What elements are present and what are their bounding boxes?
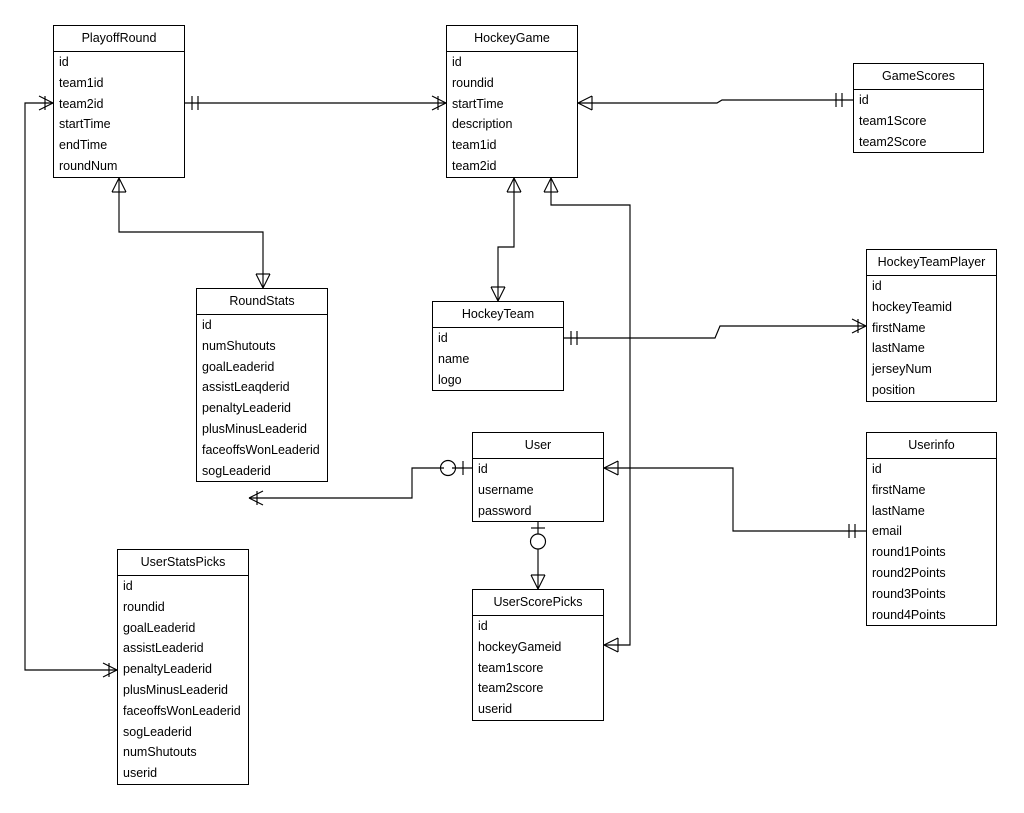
attribute-row: hockeyTeamid	[872, 299, 952, 314]
attribute-row: email	[872, 524, 902, 539]
attribute-list-hockeyteam: id name logo	[433, 328, 563, 391]
attribute-row: team1Score	[859, 113, 927, 128]
attribute-row: firstName	[872, 482, 926, 497]
entity-title-userstatspicks: UserStatsPicks	[118, 550, 248, 576]
attribute-row: faceoffsWonLeaderid	[123, 703, 241, 718]
attribute-row: userid	[478, 702, 513, 717]
attribute-row: username	[478, 482, 534, 497]
attribute-list-userinfo: id firstName lastName email round1Points…	[867, 459, 996, 626]
attribute-row: round3Points	[872, 586, 946, 601]
connector-user-userinfo	[603, 460, 866, 538]
er-diagram-canvas: PlayoffRound id team1id team2id startTim…	[0, 0, 1024, 813]
entity-title-hockeyteamplayer: HockeyTeamPlayer	[867, 250, 996, 276]
connector-user-userscorepicks	[529, 521, 547, 590]
attribute-list-playoffround: id team1id team2id startTime endTime rou…	[54, 52, 184, 177]
attribute-row: id	[859, 93, 869, 107]
entity-playoffround[interactable]: PlayoffRound id team1id team2id startTim…	[53, 25, 185, 178]
attribute-row: sogLeaderid	[123, 724, 192, 739]
entity-title-hockeyteam: HockeyTeam	[433, 302, 563, 328]
attribute-row: plusMinusLeaderid	[202, 421, 307, 436]
attribute-row: team1score	[478, 660, 544, 675]
connector-playoffround-userstatspicks	[24, 95, 118, 678]
attribute-row: goalLeaderid	[202, 359, 275, 374]
attribute-row: round2Points	[872, 565, 946, 580]
entity-hockeygame[interactable]: HockeyGame id roundid startTime descript…	[446, 25, 578, 178]
attribute-row: team2id	[59, 96, 104, 111]
attribute-row: round4Points	[872, 607, 946, 622]
attribute-list-hockeygame: id roundid startTime description team1id…	[447, 52, 577, 177]
attribute-row: hockeyGameid	[478, 639, 562, 654]
attribute-row: id	[438, 331, 448, 345]
attribute-row: goalLeaderid	[123, 620, 196, 635]
attribute-row: jerseyNum	[872, 362, 932, 377]
attribute-row: round1Points	[872, 545, 946, 560]
attribute-row: penaltyLeaderid	[202, 401, 291, 416]
attribute-row: numShutouts	[202, 338, 276, 353]
attribute-list-hockeyteamplayer: id hockeyTeamid firstName lastName jerse…	[867, 276, 996, 401]
attribute-row: startTime	[59, 117, 111, 132]
attribute-row: startTime	[452, 96, 504, 111]
entity-title-roundstats: RoundStats	[197, 289, 327, 315]
attribute-row: id	[123, 579, 133, 593]
attribute-row: penaltyLeaderid	[123, 662, 212, 677]
connector-playoffround-hockeygame	[185, 95, 447, 111]
connector-playoffround-roundstats	[111, 177, 271, 289]
entity-roundstats[interactable]: RoundStats id numShutouts goalLeaderid a…	[196, 288, 328, 483]
entity-title-hockeygame: HockeyGame	[447, 26, 577, 52]
attribute-row: team1id	[59, 75, 104, 90]
entity-title-userscorepicks: UserScorePicks	[473, 590, 603, 616]
attribute-row: assistLeaqderid	[202, 380, 290, 395]
connector-hockeygame-hockeyteam	[490, 177, 522, 302]
attribute-row: description	[452, 117, 513, 132]
entity-userinfo[interactable]: Userinfo id firstName lastName email rou…	[866, 432, 997, 627]
attribute-row: id	[872, 462, 882, 476]
entity-userscorepicks[interactable]: UserScorePicks id hockeyGameid team1scor…	[472, 589, 604, 721]
attribute-row: logo	[438, 372, 462, 387]
entity-userstatspicks[interactable]: UserStatsPicks id roundid goalLeaderid a…	[117, 549, 249, 785]
attribute-list-userstatspicks: id roundid goalLeaderid assistLeaderid p…	[118, 576, 248, 784]
entity-title-playoffround: PlayoffRound	[54, 26, 184, 52]
entity-title-userinfo: Userinfo	[867, 433, 996, 459]
attribute-row: firstName	[872, 320, 926, 335]
attribute-row: id	[59, 55, 69, 69]
attribute-row: plusMinusLeaderid	[123, 682, 228, 697]
entity-user[interactable]: User id username password	[472, 432, 604, 523]
entity-title-gamescores: GameScores	[854, 64, 983, 90]
attribute-row: position	[872, 382, 916, 397]
attribute-row: roundid	[452, 75, 494, 90]
attribute-row: userid	[123, 766, 158, 781]
connector-hockeyteam-hockeyteamplayer	[564, 318, 867, 345]
entity-hockeyteam[interactable]: HockeyTeam id name logo	[432, 301, 564, 392]
connector-hockeygame-userscorepicks	[543, 177, 631, 653]
attribute-row: lastName	[872, 503, 925, 518]
attribute-row: id	[202, 318, 212, 332]
attribute-row: name	[438, 351, 470, 366]
attribute-row: id	[478, 619, 488, 633]
attribute-row: team2Score	[859, 134, 927, 149]
attribute-row: sogLeaderid	[202, 463, 271, 478]
attribute-row: endTime	[59, 138, 108, 153]
attribute-row: team2score	[478, 681, 544, 696]
attribute-row: roundid	[123, 599, 165, 614]
attribute-row: team1id	[452, 138, 497, 153]
attribute-row: numShutouts	[123, 745, 197, 760]
attribute-row: id	[452, 55, 462, 69]
attribute-list-user: id username password	[473, 459, 603, 522]
entity-hockeyteamplayer[interactable]: HockeyTeamPlayer id hockeyTeamid firstNa…	[866, 249, 997, 402]
connector-hockeygame-gamescores	[577, 93, 853, 111]
attribute-list-gamescores: id team1Score team2Score	[854, 90, 983, 153]
entity-gamescores[interactable]: GameScores id team1Score team2Score	[853, 63, 984, 154]
entity-title-user: User	[473, 433, 603, 459]
attribute-row: password	[478, 503, 532, 518]
attribute-row: id	[872, 279, 882, 293]
attribute-row: faceoffsWonLeaderid	[202, 442, 320, 457]
attribute-row: team2id	[452, 158, 497, 173]
attribute-row: assistLeaderid	[123, 641, 204, 656]
attribute-row: lastName	[872, 341, 925, 356]
attribute-row: roundNum	[59, 158, 118, 173]
attribute-list-roundstats: id numShutouts goalLeaderid assistLeaqde…	[197, 315, 327, 482]
attribute-row: id	[478, 462, 488, 476]
attribute-list-userscorepicks: id hockeyGameid team1score team2score us…	[473, 616, 603, 720]
